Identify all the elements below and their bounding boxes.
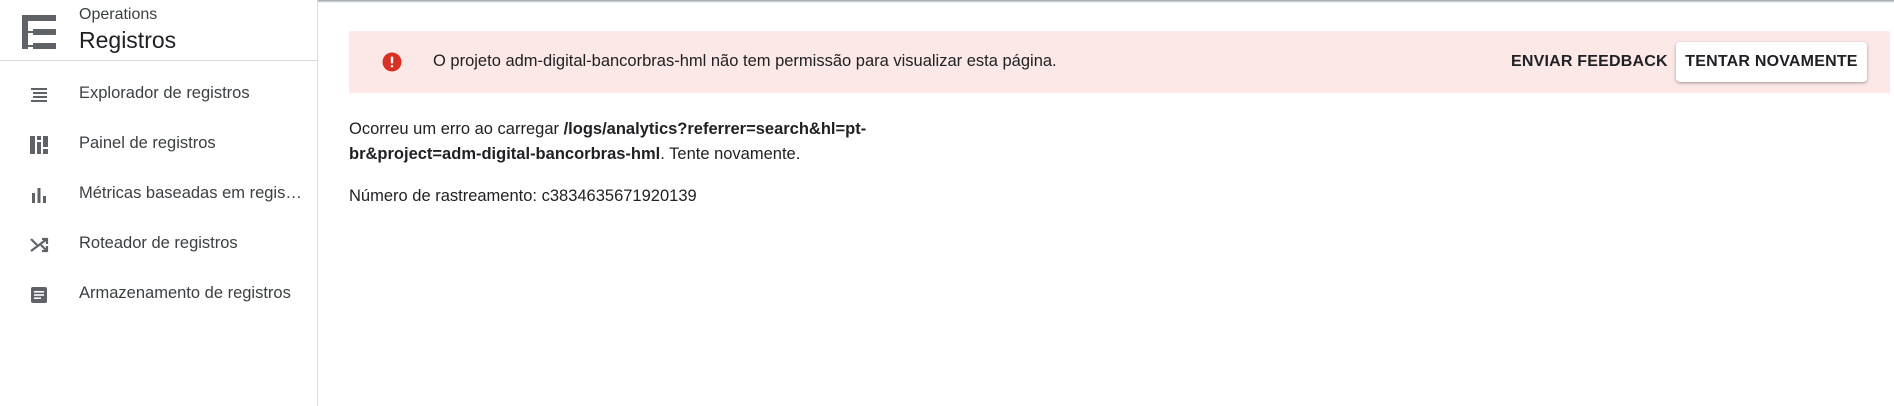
error-banner-message: O projeto adm-digital-bancorbras-hml não… [433,52,1057,70]
sidebar: Operations Registros Explorador de regis… [0,0,318,406]
sidebar-item-label: Painel de registros [79,134,216,152]
tracking-number-label: Número de rastreamento: [349,187,542,205]
product-group-label: Operations [79,6,158,23]
error-suffix: . Tente novamente. [660,145,801,163]
sidebar-item-log-based-metrics[interactable]: Métricas baseadas em registros [0,170,317,220]
send-feedback-button[interactable]: ENVIAR FEEDBACK [1501,44,1678,80]
error-icon [382,52,402,72]
sidebar-item-log-router[interactable]: Roteador de registros [0,220,317,270]
sidebar-item-label: Explorador de registros [79,84,250,102]
sidebar-item-logs-explorer[interactable]: Explorador de registros [0,70,317,120]
sidebar-item-label: Métricas baseadas em registros [79,184,304,202]
sidebar-item-log-storage[interactable]: Armazenamento de registros [0,270,317,320]
bar-chart-icon [32,188,46,203]
error-prefix: Ocorreu um erro ao carregar [349,120,564,138]
try-again-button[interactable]: TENTAR NOVAMENTE [1676,42,1867,82]
dashboard-icon [30,136,48,154]
tracking-number: Número de rastreamento: c383463567192013… [349,187,697,206]
sidebar-item-label: Armazenamento de registros [79,284,291,302]
shuffle-icon [30,237,49,253]
tracking-number-value: c3834635671920139 [541,187,697,205]
sidebar-header: Operations Registros [0,0,317,61]
sidebar-item-logs-dashboard[interactable]: Painel de registros [0,120,317,170]
list-icon [31,88,47,102]
logging-product-icon [22,15,56,49]
error-banner: O projeto adm-digital-bancorbras-hml não… [349,31,1890,93]
error-description: Ocorreu um erro ao carregar /logs/analyt… [349,117,989,167]
sidebar-item-label: Roteador de registros [79,234,238,252]
product-title: Registros [79,27,177,53]
storage-icon [31,287,47,303]
